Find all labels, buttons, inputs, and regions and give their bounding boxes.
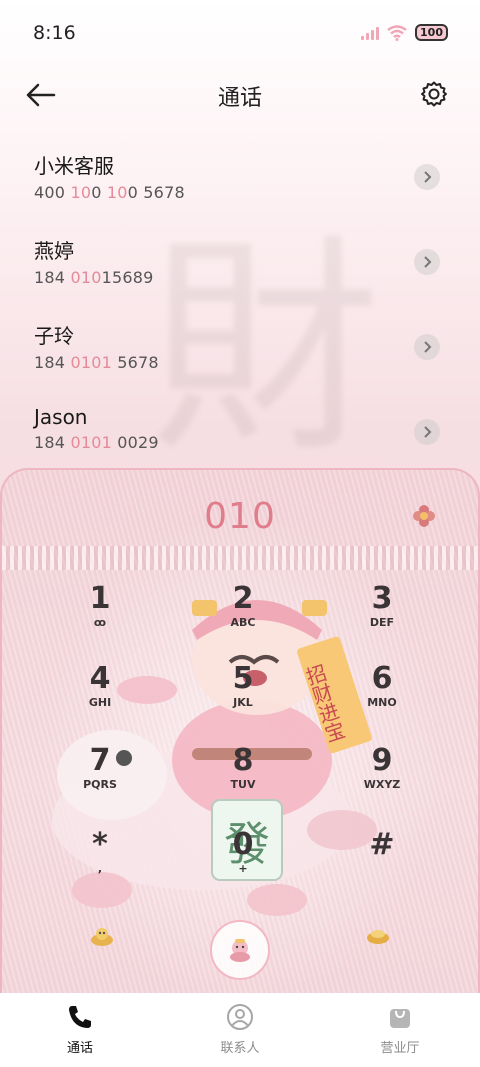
key-7[interactable]: 7 PQRS xyxy=(50,744,150,814)
battery-icon: 100 xyxy=(415,24,448,41)
list-item[interactable]: 燕婷 184 01015689 xyxy=(0,225,480,310)
key-hash[interactable]: # xyxy=(332,828,432,898)
header: 通话 xyxy=(0,68,480,124)
contact-number: 184 01015689 xyxy=(34,268,154,287)
tab-calls[interactable]: 通话 xyxy=(0,993,160,1067)
nav-label: 营业厅 xyxy=(380,1041,420,1056)
tab-service-hall[interactable]: 营业厅 xyxy=(320,993,480,1067)
key-6[interactable]: 6 MNO xyxy=(332,662,432,732)
contact-name: 燕婷 xyxy=(34,239,74,263)
contact-number: 184 0101 0029 xyxy=(34,433,159,452)
key-8[interactable]: 8 TUV xyxy=(193,744,293,814)
status-time: 8:16 xyxy=(33,22,76,44)
recent-calls-list: 小米客服 400 100 100 5678 燕婷 184 01015689 子玲… xyxy=(0,140,480,480)
key-2[interactable]: 2 ABC xyxy=(193,582,293,652)
contact-number: 184 0101 5678 xyxy=(34,353,159,372)
voicemail-icon: ꝏ xyxy=(93,616,107,629)
dialed-number: 010 xyxy=(204,496,276,537)
chevron-right-icon[interactable] xyxy=(414,334,440,360)
settings-gear-icon[interactable] xyxy=(420,80,448,108)
key-star[interactable]: *, xyxy=(50,828,150,898)
contact-number: 400 100 100 5678 xyxy=(34,183,185,202)
status-bar: 8:16 100 xyxy=(0,0,480,68)
tab-contacts[interactable]: 联系人 xyxy=(160,993,320,1067)
phone-icon xyxy=(69,1006,91,1028)
key-3[interactable]: 3 DEF xyxy=(332,582,432,652)
list-item[interactable]: 子玲 184 0101 5678 xyxy=(0,310,480,395)
page-title: 通话 xyxy=(217,86,262,111)
chevron-right-icon[interactable] xyxy=(414,164,440,190)
bottom-nav: 通话 联系人 营业厅 xyxy=(0,993,480,1067)
fringe-decoration xyxy=(2,546,478,570)
key-5[interactable]: 5 JKL xyxy=(193,662,293,732)
wifi-icon xyxy=(387,24,407,41)
contacts-icon xyxy=(227,1004,253,1030)
key-4[interactable]: 4 GHI xyxy=(50,662,150,732)
gold-ingot-icon[interactable] xyxy=(90,925,114,947)
contact-name: 小米客服 xyxy=(34,154,114,178)
list-item[interactable]: 小米客服 400 100 100 5678 xyxy=(0,140,480,225)
nav-label: 通话 xyxy=(66,1041,93,1056)
status-icons: 100 xyxy=(361,24,448,41)
nav-label: 联系人 xyxy=(220,1041,260,1056)
mascot-call-icon xyxy=(230,939,250,962)
key-1[interactable]: 1ꝏ xyxy=(50,582,150,652)
call-button[interactable] xyxy=(210,920,270,980)
chevron-right-icon[interactable] xyxy=(414,419,440,445)
key-0[interactable]: 0 + xyxy=(193,828,293,898)
chevron-right-icon[interactable] xyxy=(414,249,440,275)
dialer-panel: 010 招财进宝 發 1ꝏ 2 ABC 3 DEF 4 GHI 5 JKL 6 … xyxy=(0,468,480,993)
bag-icon xyxy=(390,1009,410,1028)
flower-icon[interactable] xyxy=(410,502,438,530)
contact-name: 子玲 xyxy=(34,324,74,348)
signal-icon xyxy=(361,26,380,40)
contact-name: Jason xyxy=(34,405,88,429)
key-9[interactable]: 9 WXYZ xyxy=(332,744,432,814)
gold-ingot-icon[interactable] xyxy=(366,925,390,945)
